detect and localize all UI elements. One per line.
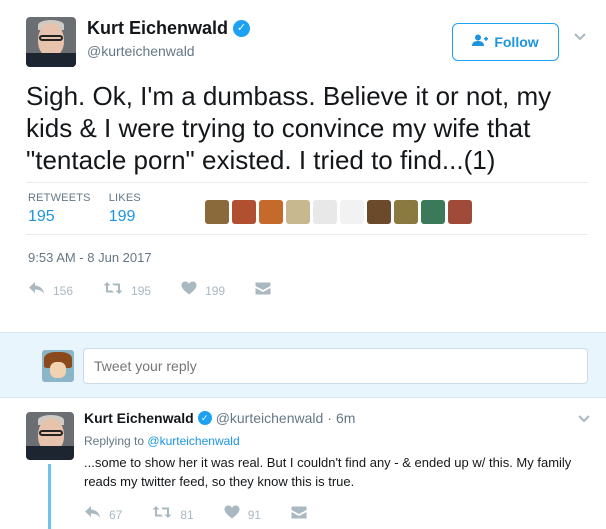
reply-author-handle[interactable]: @kurteichenwald bbox=[216, 410, 324, 426]
heart-icon bbox=[181, 281, 197, 300]
add-user-icon bbox=[472, 34, 489, 50]
replying-prefix: Replying to bbox=[84, 434, 145, 448]
current-user-avatar bbox=[42, 350, 74, 382]
heart-icon bbox=[224, 505, 240, 524]
direct-message-button[interactable] bbox=[255, 282, 271, 300]
liker-avatar[interactable] bbox=[340, 200, 364, 224]
reply-button[interactable]: 156 bbox=[28, 281, 73, 300]
follow-button[interactable]: Follow bbox=[452, 23, 559, 61]
liker-avatar[interactable] bbox=[394, 200, 418, 224]
separator-dot: · bbox=[327, 410, 332, 426]
liker-avatar[interactable] bbox=[286, 200, 310, 224]
tweet-actions: 156 195 199 bbox=[28, 281, 301, 300]
chevron-down-icon[interactable] bbox=[574, 28, 586, 44]
likers-avatars bbox=[205, 200, 472, 224]
divider bbox=[26, 234, 588, 235]
retweet-count: 195 bbox=[131, 283, 152, 298]
author-name[interactable]: Kurt Eichenwald bbox=[87, 18, 228, 39]
author-avatar[interactable] bbox=[26, 17, 76, 67]
main-tweet: Kurt Eichenwald ✓ @kurteichenwald Follow… bbox=[0, 0, 606, 332]
reply-author-name[interactable]: Kurt Eichenwald bbox=[84, 410, 194, 426]
tweet-timestamp[interactable]: 9:53 AM - 8 Jun 2017 bbox=[28, 250, 152, 265]
author-name-row[interactable]: Kurt Eichenwald ✓ bbox=[87, 18, 251, 39]
liker-avatar[interactable] bbox=[259, 200, 283, 224]
like-button[interactable]: 91 bbox=[224, 505, 261, 524]
liker-avatar[interactable] bbox=[448, 200, 472, 224]
likes-label: LIKES bbox=[108, 192, 141, 204]
tweet-stats: RETWEETS 195 LIKES 199 bbox=[28, 192, 141, 226]
replying-to: Replying to @kurteichenwald bbox=[84, 434, 240, 448]
reply-count: 67 bbox=[109, 507, 123, 522]
replying-to-link[interactable]: @kurteichenwald bbox=[147, 434, 239, 448]
divider bbox=[26, 182, 588, 183]
reply-icon bbox=[84, 505, 101, 524]
retweets-label: RETWEETS bbox=[28, 192, 91, 204]
retweet-button[interactable]: 195 bbox=[103, 281, 151, 300]
reply-text: ...some to show her it was real. But I c… bbox=[84, 455, 572, 489]
liker-avatar[interactable] bbox=[313, 200, 337, 224]
retweet-count: 81 bbox=[180, 507, 194, 522]
reply-tweet[interactable]: Kurt Eichenwald ✓ @kurteichenwald · 6m R… bbox=[0, 398, 606, 529]
tweet-text: Sigh. Ok, I'm a dumbass. Believe it or n… bbox=[26, 81, 552, 175]
envelope-icon bbox=[255, 282, 271, 300]
reply-count: 156 bbox=[53, 283, 74, 298]
direct-message-button[interactable] bbox=[291, 506, 307, 524]
thread-line bbox=[48, 464, 51, 529]
author-block: Kurt Eichenwald ✓ @kurteichenwald bbox=[87, 18, 251, 59]
follow-label: Follow bbox=[494, 34, 539, 50]
reply-author-avatar[interactable] bbox=[26, 412, 74, 460]
reply-actions: 67 81 91 bbox=[84, 505, 337, 524]
retweet-icon bbox=[152, 505, 172, 524]
envelope-icon bbox=[291, 506, 307, 524]
liker-avatar[interactable] bbox=[232, 200, 256, 224]
retweets-count: 195 bbox=[28, 208, 55, 225]
reply-time[interactable]: 6m bbox=[336, 410, 355, 426]
likes-stat[interactable]: LIKES 199 bbox=[109, 192, 141, 226]
liker-avatar[interactable] bbox=[367, 200, 391, 224]
retweets-stat[interactable]: RETWEETS 195 bbox=[28, 192, 91, 226]
reply-header: Kurt Eichenwald ✓ @kurteichenwald · 6m bbox=[84, 410, 355, 426]
retweet-button[interactable]: 81 bbox=[152, 505, 194, 524]
verified-badge-icon: ✓ bbox=[197, 411, 212, 425]
verified-badge-icon: ✓ bbox=[233, 20, 251, 37]
like-count: 199 bbox=[205, 283, 226, 298]
liker-avatar[interactable] bbox=[205, 200, 229, 224]
like-button[interactable]: 199 bbox=[181, 281, 225, 300]
reply-button[interactable]: 67 bbox=[84, 505, 122, 524]
chevron-down-icon[interactable] bbox=[578, 410, 590, 426]
reply-input[interactable] bbox=[83, 348, 588, 384]
liker-avatar[interactable] bbox=[421, 200, 445, 224]
retweet-icon bbox=[103, 281, 123, 300]
likes-count: 199 bbox=[108, 208, 136, 225]
like-count: 91 bbox=[247, 507, 262, 522]
reply-icon bbox=[28, 281, 45, 300]
author-handle[interactable]: @kurteichenwald bbox=[87, 43, 250, 59]
reply-box bbox=[0, 332, 606, 398]
